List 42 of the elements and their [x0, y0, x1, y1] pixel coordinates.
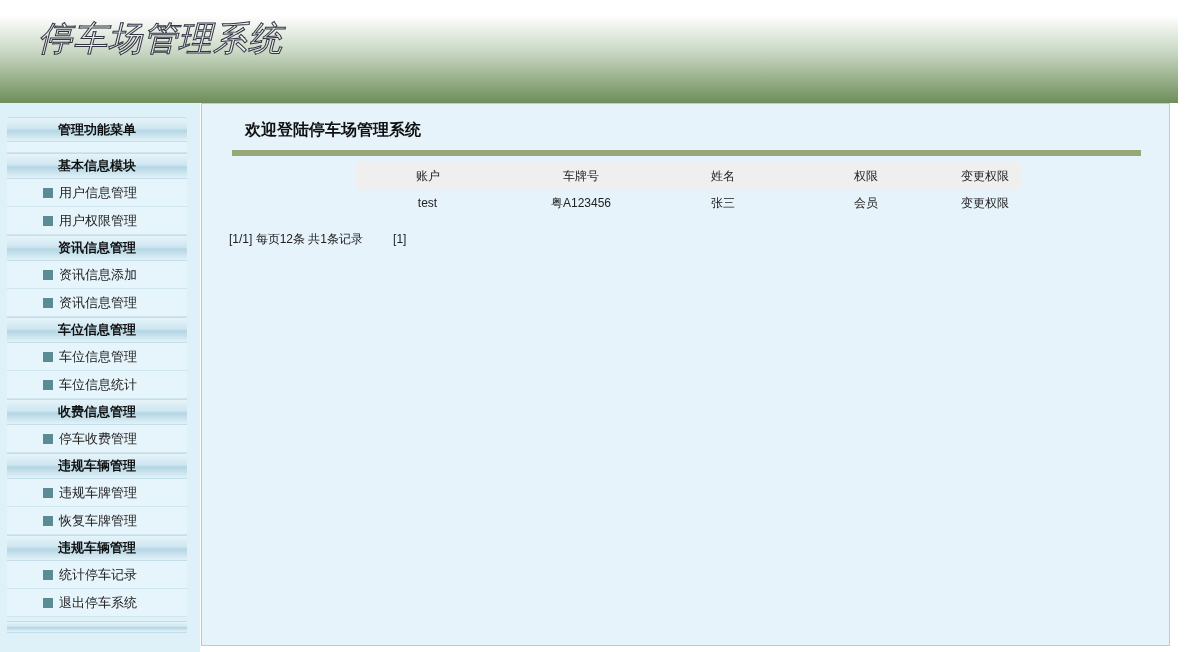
- menu-item[interactable]: 车位信息管理: [7, 343, 187, 371]
- menu-group-title: 违规车辆管理: [7, 535, 187, 561]
- column-header: 权限: [783, 162, 949, 190]
- square-bullet-icon: [43, 433, 53, 444]
- menu-item[interactable]: 退出停车系统: [7, 589, 187, 617]
- menu-group-title: 基本信息模块: [7, 153, 187, 179]
- square-bullet-icon: [43, 597, 53, 608]
- menu-group-title: 资讯信息管理: [7, 235, 187, 261]
- pagination-summary: [1/1] 每页12条 共1条记录: [229, 231, 364, 248]
- menu-group-title: 车位信息管理: [7, 317, 187, 343]
- page-link[interactable]: [1]: [393, 230, 407, 248]
- square-bullet-icon: [43, 379, 53, 390]
- sidebar-title: 管理功能菜单: [7, 117, 187, 142]
- column-header: 变更权限: [949, 162, 1021, 190]
- square-bullet-icon: [43, 351, 53, 362]
- menu-item[interactable]: 用户信息管理: [7, 179, 187, 207]
- menu-group-title: 违规车辆管理: [7, 453, 187, 479]
- square-bullet-icon: [43, 187, 53, 198]
- menu-item[interactable]: 车位信息统计: [7, 371, 187, 399]
- menu-item[interactable]: 资讯信息添加: [7, 261, 187, 289]
- table-cell: test: [356, 190, 499, 216]
- column-header: 账户: [356, 162, 499, 190]
- column-header: 姓名: [663, 162, 783, 190]
- square-bullet-icon: [43, 269, 53, 280]
- menu-item[interactable]: 违规车牌管理: [7, 479, 187, 507]
- change-permission-link[interactable]: 变更权限: [961, 196, 1009, 210]
- square-bullet-icon: [43, 297, 53, 308]
- column-header: 车牌号: [499, 162, 663, 190]
- menu-item[interactable]: 资讯信息管理: [7, 289, 187, 317]
- menu-item[interactable]: 恢复车牌管理: [7, 507, 187, 535]
- menu-item[interactable]: 停车收费管理: [7, 425, 187, 453]
- menu-item[interactable]: 用户权限管理: [7, 207, 187, 235]
- menu-group-title: 收费信息管理: [7, 399, 187, 425]
- square-bullet-icon: [43, 569, 53, 580]
- table-cell: 张三: [663, 190, 783, 216]
- square-bullet-icon: [43, 487, 53, 498]
- table-cell: 会员: [783, 190, 949, 216]
- square-bullet-icon: [43, 215, 53, 226]
- menu-item[interactable]: 统计停车记录: [7, 561, 187, 589]
- page-heading: 欢迎登陆停车场管理系统: [245, 120, 422, 140]
- table-cell: 粤A123456: [499, 190, 663, 216]
- square-bullet-icon: [43, 515, 53, 526]
